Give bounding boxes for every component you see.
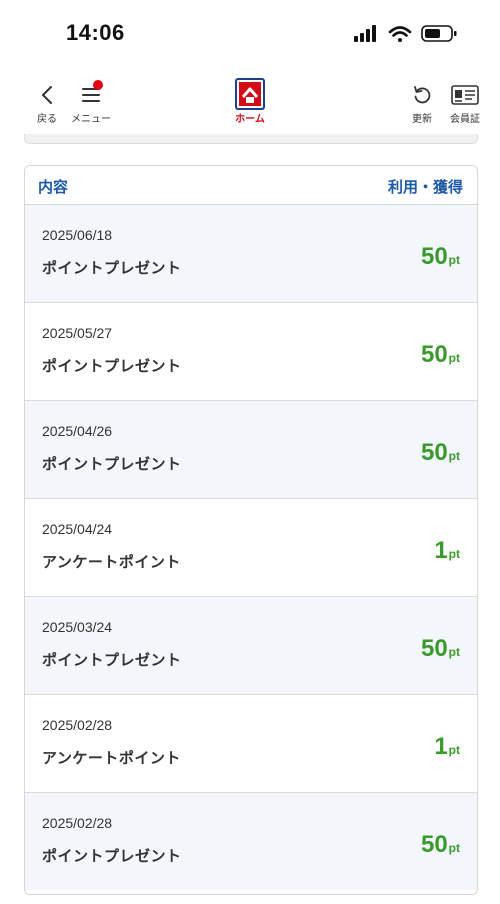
points-value: 50	[420, 831, 448, 858]
history-row: 2025/05/27 ポイントプレゼント 50pt	[25, 303, 477, 401]
row-description: ポイントプレゼント	[42, 357, 182, 375]
menu-label: メニュー	[71, 114, 111, 125]
menu-button[interactable]: メニュー	[68, 70, 114, 130]
table-header: 内容 利用・獲得	[25, 166, 477, 205]
row-points: 1pt	[434, 537, 460, 565]
points-unit: pt	[448, 449, 460, 463]
history-row: 2025/04/24 アンケートポイント 1pt	[25, 499, 477, 597]
points-value: 1	[434, 733, 448, 760]
history-row: 2025/06/18 ポイントプレゼント 50pt	[25, 205, 477, 303]
history-row: 2025/03/24 ポイントプレゼント 50pt	[25, 597, 477, 695]
row-points: 1pt	[434, 733, 460, 761]
nav-bar: 戻る メニュー ホーム 更新 会員証	[0, 70, 500, 132]
points-history-table: 内容 利用・獲得 2025/06/18 ポイントプレゼント 50pt 2025/…	[24, 165, 478, 895]
history-row: 2025/04/26 ポイントプレゼント 50pt	[25, 401, 477, 499]
status-icons	[354, 25, 457, 42]
row-date: 2025/04/24	[42, 521, 113, 537]
points-unit: pt	[448, 547, 460, 561]
row-points: 50pt	[421, 243, 460, 271]
history-row: 2025/02/28 アンケートポイント 1pt	[25, 695, 477, 793]
wifi-icon	[388, 26, 412, 42]
back-button[interactable]: 戻る	[32, 70, 62, 130]
points-value: 50	[420, 243, 448, 270]
points-unit: pt	[448, 841, 460, 855]
refresh-button[interactable]: 更新	[404, 70, 440, 130]
battery-icon	[421, 25, 457, 42]
row-description: ポイントプレゼント	[42, 455, 182, 473]
notification-badge	[93, 80, 103, 90]
home-label: ホーム	[235, 114, 265, 125]
member-card-label: 会員証	[450, 114, 480, 125]
row-date: 2025/02/28	[42, 815, 113, 831]
cellular-signal-icon	[354, 25, 376, 42]
back-label: 戻る	[37, 114, 57, 125]
header-content: 内容	[38, 178, 69, 196]
chevron-left-icon	[42, 86, 52, 104]
row-description: ポイントプレゼント	[42, 847, 182, 865]
points-unit: pt	[448, 743, 460, 757]
points-unit: pt	[448, 645, 460, 659]
row-description: アンケートポイント	[42, 553, 181, 571]
row-points: 50pt	[421, 635, 460, 663]
history-row: 2025/02/28 ポイントプレゼント 50pt	[25, 793, 477, 890]
home-button[interactable]: ホーム	[222, 70, 278, 130]
points-unit: pt	[448, 351, 460, 365]
row-description: アンケートポイント	[42, 749, 181, 767]
row-date: 2025/03/24	[42, 619, 113, 635]
row-date: 2025/04/26	[42, 423, 113, 439]
points-value: 50	[420, 341, 448, 368]
row-description: ポイントプレゼント	[42, 651, 182, 669]
row-points: 50pt	[421, 439, 460, 467]
row-points: 50pt	[421, 341, 460, 369]
points-value: 1	[434, 537, 448, 564]
refresh-label: 更新	[412, 114, 432, 125]
refresh-icon	[414, 86, 431, 104]
member-card-button[interactable]: 会員証	[444, 70, 486, 130]
row-date: 2025/02/28	[42, 717, 113, 733]
brand-logo-icon	[235, 78, 265, 110]
status-bar: 14:06	[0, 0, 500, 70]
row-date: 2025/05/27	[42, 325, 113, 341]
header-use-earn: 利用・獲得	[387, 178, 463, 196]
previous-section-edge	[24, 134, 478, 144]
member-card-icon	[451, 85, 479, 105]
row-description: ポイントプレゼント	[42, 259, 182, 277]
row-points: 50pt	[421, 831, 460, 859]
points-unit: pt	[448, 253, 460, 267]
points-value: 50	[420, 635, 448, 662]
row-date: 2025/06/18	[42, 227, 113, 243]
points-value: 50	[420, 439, 448, 466]
status-time: 14:06	[66, 20, 125, 45]
